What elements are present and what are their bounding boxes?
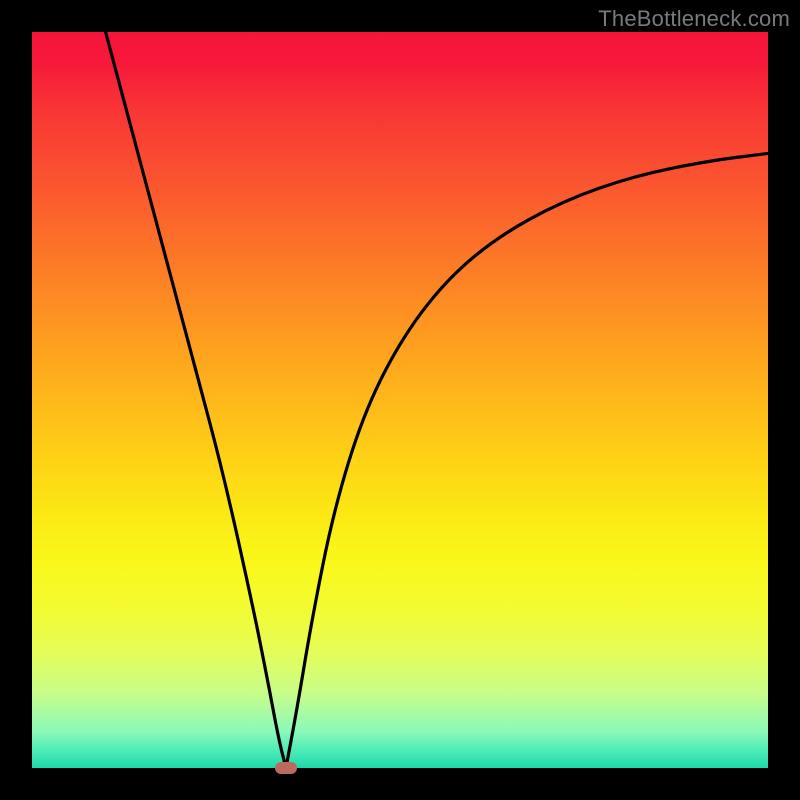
bottleneck-curve xyxy=(32,32,768,768)
minimum-marker xyxy=(275,762,297,774)
watermark-text: TheBottleneck.com xyxy=(598,6,790,32)
chart-frame: TheBottleneck.com xyxy=(0,0,800,800)
curve-right-branch xyxy=(286,153,768,768)
plot-area xyxy=(32,32,768,768)
curve-left-branch xyxy=(106,32,286,768)
